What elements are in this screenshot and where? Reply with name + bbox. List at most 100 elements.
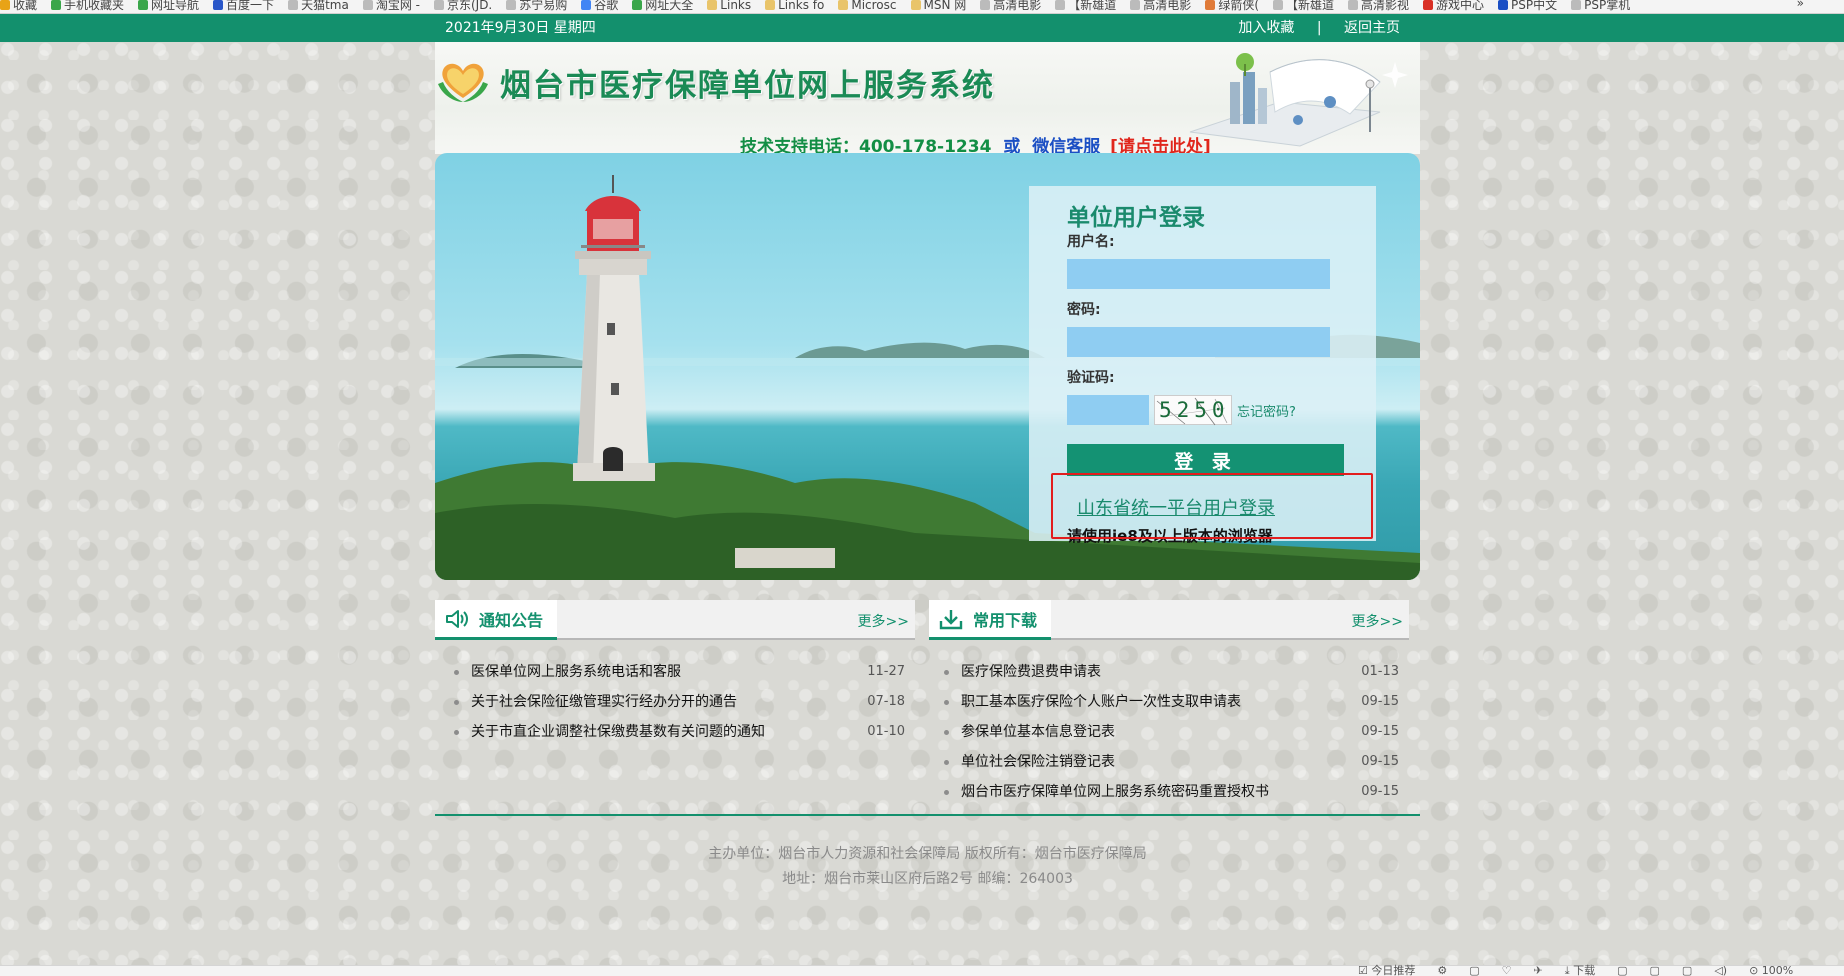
folder-icon <box>707 0 718 10</box>
favorite-item[interactable]: PSP掌机 <box>1571 0 1631 12</box>
page-icon <box>506 0 517 10</box>
add-favorite-link[interactable]: 加入收藏 <box>1238 14 1294 42</box>
favorite-item[interactable]: 高清影视 <box>1348 0 1410 12</box>
game-icon <box>1423 0 1434 10</box>
favorite-item[interactable]: 收藏 <box>0 0 38 12</box>
list-item[interactable]: 医保单位网上服务系统电话和客服 11-27 <box>435 657 915 687</box>
favorite-label: 收藏 <box>13 0 38 12</box>
page-icon <box>288 0 299 10</box>
folder-icon <box>765 0 776 10</box>
download-title[interactable]: 医疗保险费退费申请表 <box>961 664 1101 680</box>
notices-title: 通知公告 <box>479 610 544 630</box>
bullet-icon <box>944 760 949 765</box>
notices-more-link[interactable]: 更多>> <box>858 611 909 631</box>
status-bar-item[interactable]: ▢ <box>1469 965 1479 976</box>
globe-icon <box>138 0 149 10</box>
notice-title[interactable]: 关于社会保险征缴管理实行经办分开的通告 <box>471 694 737 710</box>
downloads-more-link[interactable]: 更多>> <box>1352 611 1403 631</box>
page-icon <box>362 0 373 10</box>
list-item[interactable]: 关于市直企业调整社保缴费基数有关问题的通知 01-10 <box>435 717 915 747</box>
download-title[interactable]: 参保单位基本信息登记表 <box>961 724 1115 740</box>
favorite-item[interactable]: Links <box>707 0 751 11</box>
status-bar-item[interactable]: ⚙ <box>1437 965 1447 976</box>
favorite-item[interactable]: PSP中文 <box>1498 0 1558 12</box>
favorite-label: 游戏中心 <box>1436 0 1485 12</box>
notices-tab[interactable]: 通知公告 <box>435 600 558 640</box>
favorite-item[interactable]: 绿箭侠( <box>1205 0 1259 11</box>
status-bar-item[interactable]: ▢ <box>1617 965 1627 976</box>
list-item[interactable]: 关于社会保险征缴管理实行经办分开的通告 07-18 <box>435 687 915 717</box>
favorite-item[interactable]: 高清电影 <box>1130 0 1192 12</box>
notice-title[interactable]: 关于市直企业调整社保缴费基数有关问题的通知 <box>471 724 765 740</box>
favorite-item[interactable]: 淘宝网 - <box>362 0 420 12</box>
status-bar-item[interactable]: ⊙ 100% <box>1749 965 1793 976</box>
favorite-item[interactable]: Links fo <box>765 0 824 11</box>
favorite-item[interactable]: 天猫tma <box>288 0 349 11</box>
list-item[interactable]: 医疗保险费退费申请表 01-13 <box>929 657 1409 687</box>
list-item[interactable]: 单位社会保险注销登记表 09-15 <box>929 747 1409 777</box>
favorite-label: 【新雄道 <box>1286 0 1335 12</box>
star-icon <box>0 0 10 10</box>
favorite-item[interactable]: 网址导航 <box>138 0 199 11</box>
bullet-icon <box>454 700 459 705</box>
status-bar-item[interactable]: ▢ <box>1682 965 1692 976</box>
favorite-item[interactable]: 【新雄道 <box>1055 0 1116 11</box>
download-title[interactable]: 烟台市医疗保障单位网上服务系统密码重置授权书 <box>961 784 1269 800</box>
favorite-item[interactable]: MSN 网 <box>910 0 967 12</box>
downloads-tab[interactable]: 常用下载 <box>929 600 1052 640</box>
status-bar-item[interactable]: ✈ <box>1534 965 1543 976</box>
favorite-item[interactable]: 百度一下 <box>213 0 274 11</box>
download-title[interactable]: 职工基本医疗保险个人账户一次性支取申请表 <box>961 694 1241 710</box>
header-city-illustration <box>1189 53 1408 147</box>
favorite-item[interactable]: 【新雄道 <box>1273 0 1335 12</box>
notice-title[interactable]: 医保单位网上服务系统电话和客服 <box>471 664 681 680</box>
favorite-label: PSP中文 <box>1511 0 1558 12</box>
page-icon <box>1055 0 1066 10</box>
bullet-icon <box>944 700 949 705</box>
page-icon <box>1273 0 1283 10</box>
list-item[interactable]: 参保单位基本信息登记表 09-15 <box>929 717 1409 747</box>
list-item[interactable]: 烟台市医疗保障单位网上服务系统密码重置授权书 09-15 <box>929 777 1409 807</box>
notice-date: 07-18 <box>867 694 905 709</box>
status-bar-item[interactable]: ▢ <box>1650 965 1660 976</box>
status-bar-item[interactable]: ♡ <box>1502 965 1512 976</box>
favorite-item[interactable]: 手机收藏夹 <box>51 0 124 11</box>
bullet-icon <box>454 670 459 675</box>
favorite-label: Microsc <box>851 0 897 12</box>
support-or: 或 <box>1003 137 1021 154</box>
captcha-input[interactable] <box>1067 395 1149 425</box>
favorite-label: 淘宝网 - <box>375 0 420 12</box>
status-bar-item[interactable]: ⤓ 下载 <box>1565 965 1595 976</box>
favorite-item[interactable]: 谷歌 <box>581 0 618 11</box>
page-icon <box>1348 0 1359 10</box>
favorite-item[interactable]: 网址大全 <box>632 0 693 11</box>
captcha-image[interactable]: 5250 <box>1154 395 1232 426</box>
bullet-icon <box>944 730 949 735</box>
favorite-label: 高清电影 <box>1143 0 1192 12</box>
favorite-item[interactable]: 苏宁易购 <box>506 0 567 11</box>
back-home-link[interactable]: 返回主页 <box>1344 14 1400 42</box>
forgot-password-link[interactable]: 忘记密码? <box>1237 401 1296 420</box>
favorite-label: 高清影视 <box>1361 0 1410 12</box>
login-button[interactable]: 登 录 <box>1067 444 1344 476</box>
top-date-bar: 2021年9月30日 星期四 加入收藏 | 返回主页 <box>0 14 1844 42</box>
favorite-label: PSP掌机 <box>1584 0 1631 12</box>
status-bar-item[interactable]: ◁) <box>1714 965 1727 976</box>
favorite-label: 京东(JD. <box>446 0 493 12</box>
favorite-item[interactable]: 京东(JD. <box>433 0 493 12</box>
download-title[interactable]: 单位社会保险注销登记表 <box>961 754 1115 770</box>
google-icon <box>581 0 592 10</box>
status-bar-item[interactable]: ☑ 今日推荐 <box>1358 965 1415 976</box>
favorite-item[interactable]: Microsc <box>838 0 897 12</box>
password-input[interactable] <box>1067 327 1330 357</box>
footer-sponsor: 主办单位：烟台市人力资源和社会保障局 版权所有：烟台市医疗保障局 <box>708 846 1147 862</box>
favorite-item[interactable]: 游戏中心 <box>1423 0 1485 12</box>
support-line: 技术支持电话：400-178-1234 或 微信客服 [请点击此处] <box>740 132 1211 154</box>
globe-icon <box>632 0 643 10</box>
favorite-item[interactable]: 高清电影 <box>980 0 1041 11</box>
bullet-icon <box>944 790 949 795</box>
list-item[interactable]: 职工基本医疗保险个人账户一次性支取申请表 09-15 <box>929 687 1409 717</box>
favorite-label: MSN 网 <box>923 0 967 12</box>
favorites-more-button[interactable]: » <box>1797 0 1804 9</box>
username-input[interactable] <box>1067 259 1330 289</box>
